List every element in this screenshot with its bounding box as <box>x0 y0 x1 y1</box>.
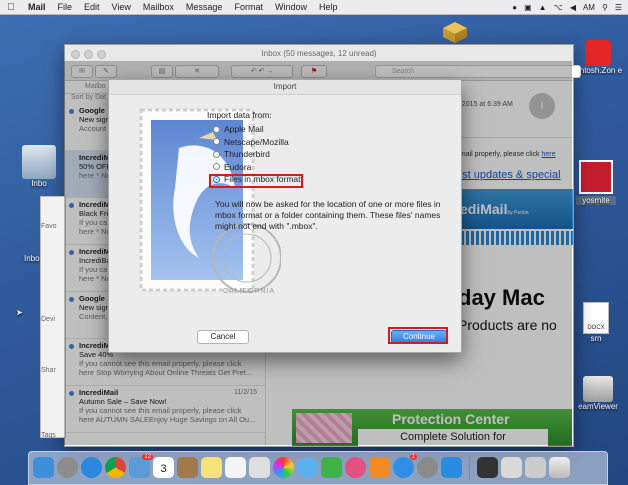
mail-icon[interactable]: 12 <box>129 454 153 478</box>
radio-label: Eudora <box>224 161 252 172</box>
desktop-package-icon[interactable] <box>440 20 470 46</box>
inbox-tray-icon <box>22 145 56 179</box>
desktop-item-yosmite[interactable]: yosmite <box>576 160 616 205</box>
reminders-icon[interactable] <box>225 457 246 478</box>
eject-icon[interactable]: ▲ <box>539 3 547 12</box>
finder-icon[interactable] <box>33 457 54 478</box>
preview-icon[interactable] <box>249 457 270 478</box>
dialog-title: Import <box>109 80 461 95</box>
desktop-item-inbox-1[interactable]: Inbo <box>22 145 56 188</box>
itunes-icon[interactable] <box>345 457 366 478</box>
downloads-stack-icon[interactable] <box>501 457 522 478</box>
mail-badge: 12 <box>142 454 153 460</box>
cancel-button[interactable]: Cancel <box>197 330 249 344</box>
menu-app-name[interactable]: Mail <box>22 2 52 12</box>
menu-help[interactable]: Help <box>313 2 344 12</box>
sidebar-section-shared[interactable]: Shar <box>41 367 65 374</box>
radio-button-icon <box>213 163 220 171</box>
sidebar-section-tags[interactable]: Tags <box>41 432 65 439</box>
photos-icon[interactable] <box>273 457 294 478</box>
app-store-badge: 1 <box>409 454 417 460</box>
wifi-icon[interactable]: ⌥ <box>554 3 563 12</box>
desktop-item-label: Inbo <box>24 254 40 263</box>
menu-bar:  Mail File Edit View Mailbox Message Fo… <box>0 0 628 15</box>
menu-window[interactable]: Window <box>269 2 313 12</box>
mouse-pointer-icon: ➤ <box>16 308 23 317</box>
system-preferences-icon[interactable] <box>417 457 438 478</box>
sidebar-section-favorites[interactable]: Favo <box>41 223 65 230</box>
mail-window-titlebar: Inbox (50 messages, 12 unread) <box>65 45 573 62</box>
desktop-item-label: eamViewer <box>578 402 618 411</box>
continue-button-highlight <box>388 327 448 344</box>
desktop-item-label: Inbo <box>31 179 47 188</box>
documents-stack-icon[interactable] <box>525 457 546 478</box>
radio-eudora[interactable]: Eudora <box>213 161 301 174</box>
radio-apple-mail[interactable]: Apple Mail <box>213 123 301 136</box>
mbox-option-highlight <box>209 174 303 188</box>
apple-menu-icon[interactable]:  <box>0 2 22 13</box>
status-icon[interactable]: ● <box>512 3 517 12</box>
menu-file[interactable]: File <box>52 2 79 12</box>
minimize-button[interactable] <box>84 50 93 59</box>
trash-icon[interactable] <box>549 457 570 478</box>
teamviewer-icon[interactable] <box>441 457 462 478</box>
menu-format[interactable]: Format <box>228 2 269 12</box>
chrome-icon[interactable] <box>105 457 126 478</box>
import-description: You will now be asked for the location o… <box>215 199 441 231</box>
desktop-item-label: srn <box>590 334 602 343</box>
menu-message[interactable]: Message <box>180 2 229 12</box>
airplay-icon[interactable]: ▣ <box>524 3 532 12</box>
radio-thunderbird[interactable]: Thunderbird <box>213 148 301 161</box>
activity-monitor-icon[interactable] <box>477 457 498 478</box>
docx-file-icon: DOCX <box>583 302 609 334</box>
mailbox-sidebar: Favo Devi Shar Tags <box>40 196 66 439</box>
safari-icon[interactable] <box>81 457 102 478</box>
menu-edit[interactable]: Edit <box>78 2 106 12</box>
notification-center-icon[interactable]: ☰ <box>615 3 622 12</box>
menu-clock[interactable]: AM <box>583 3 595 12</box>
app-store-icon[interactable]: 1 <box>393 454 417 478</box>
window-controls <box>71 50 106 59</box>
yosemite-image-icon <box>579 160 613 194</box>
radio-label: Apple Mail <box>224 124 264 135</box>
radio-label: Netscape/Mozilla <box>224 136 289 147</box>
launchpad-icon[interactable] <box>57 457 78 478</box>
ibooks-icon[interactable] <box>369 457 390 478</box>
radio-button-icon <box>213 150 220 158</box>
menu-extras: ● ▣ ▲ ⌥ ◀ AM ⚲ ☰ <box>512 3 628 12</box>
dock-divider <box>469 456 470 480</box>
calendar-day: 3 <box>160 463 167 475</box>
radio-label: Thunderbird <box>224 149 270 160</box>
mail-window-title: Inbox (50 messages, 12 unread) <box>261 49 377 58</box>
import-from-label: Import data from: <box>207 110 272 120</box>
desktop-item-teamviewer[interactable]: eamViewer <box>570 376 626 411</box>
spotlight-icon[interactable]: ⚲ <box>602 3 608 12</box>
desktop-item-inbox-2[interactable]: Inbo <box>24 254 40 263</box>
disk-image-icon <box>583 376 613 402</box>
dock: 12 3 1 <box>28 451 608 485</box>
facetime-icon[interactable] <box>321 457 342 478</box>
stamp-postmark-text: CALIFORNIA <box>223 288 276 295</box>
desktop-item-docx[interactable]: DOCX srn <box>578 302 614 343</box>
close-button[interactable] <box>71 50 80 59</box>
messages-icon[interactable] <box>297 457 318 478</box>
menu-view[interactable]: View <box>106 2 137 12</box>
contacts-icon[interactable] <box>177 457 198 478</box>
calendar-icon[interactable]: 3 <box>153 457 174 478</box>
radio-button-icon <box>213 138 220 146</box>
apple-logo-icon <box>585 40 611 66</box>
desktop-item-label: yosmite <box>576 196 616 205</box>
zoom-button[interactable] <box>97 50 106 59</box>
menu-mailbox[interactable]: Mailbox <box>137 2 180 12</box>
import-dialog: Import CALIFORNIA Import data from: Appl… <box>108 79 462 353</box>
volume-icon[interactable]: ◀ <box>570 3 576 12</box>
notes-icon[interactable] <box>201 457 222 478</box>
radio-netscape-mozilla[interactable]: Netscape/Mozilla <box>213 136 301 149</box>
sidebar-section-devices[interactable]: Devi <box>41 316 65 323</box>
radio-button-icon <box>213 125 220 133</box>
